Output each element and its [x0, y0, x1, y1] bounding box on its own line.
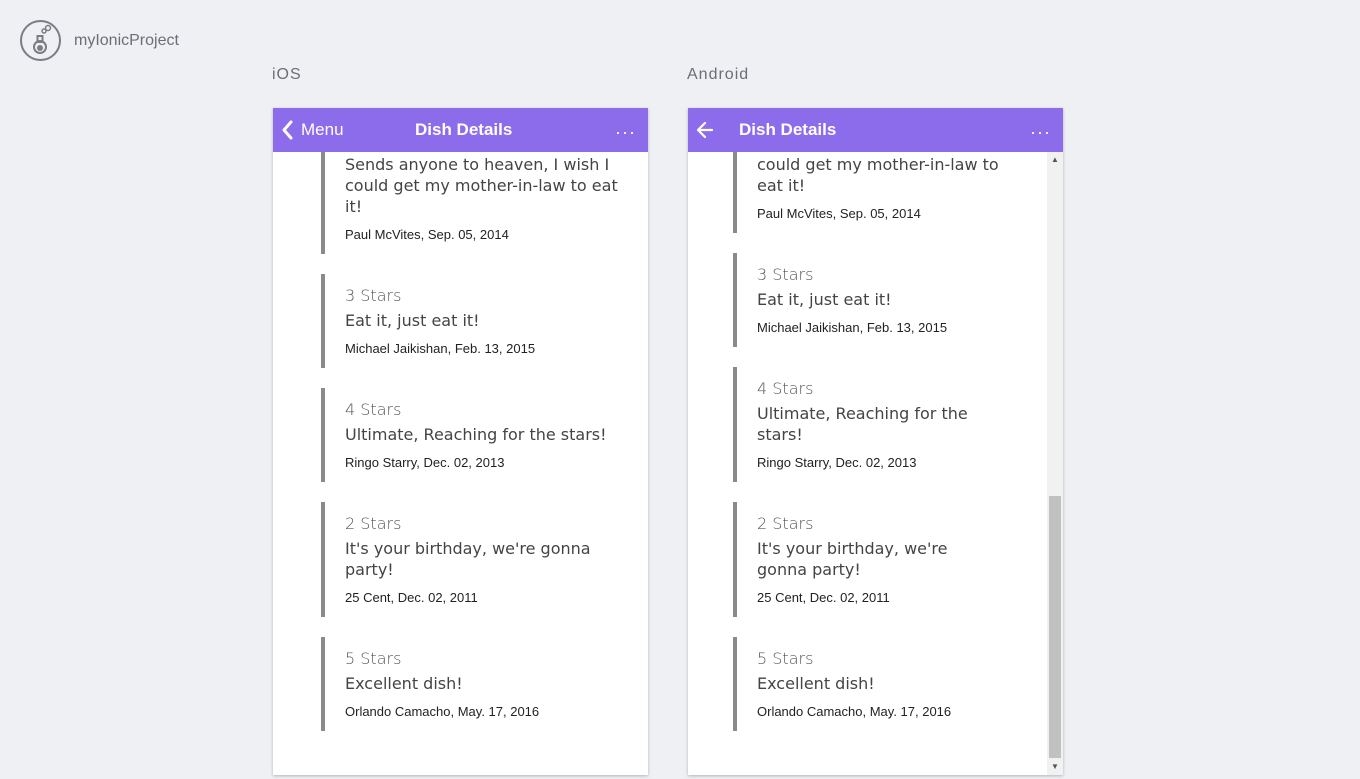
arrow-left-icon	[696, 121, 714, 139]
comment-stars: 3 Stars	[757, 265, 814, 284]
list-item: Sends anyone to heaven, I wish I could g…	[321, 152, 648, 254]
comment-author: Orlando Camacho, May. 17, 2016	[757, 704, 952, 719]
ios-content[interactable]: Sends anyone to heaven, I wish I could g…	[273, 152, 648, 775]
comment-stars: 4 Stars	[757, 379, 814, 398]
ios-back-label: Menu	[301, 120, 344, 139]
comment-stars: 4 Stars	[345, 400, 402, 419]
android-page-title: Dish Details	[739, 120, 837, 139]
list-item: 4 Stars Ultimate, Reaching for the stars…	[733, 367, 1047, 482]
comment-stars: 5 Stars	[345, 649, 402, 668]
list-item: 3 Stars Eat it, just eat it! Michael Jai…	[321, 274, 648, 368]
ellipsis-icon[interactable]: ···	[615, 108, 636, 152]
scrollbar[interactable]: ▲ ▼	[1047, 152, 1063, 775]
chevron-left-icon	[282, 120, 293, 140]
comment-text: Excellent dish!	[345, 674, 463, 693]
ellipsis-icon[interactable]: ···	[1030, 108, 1051, 152]
comment-author: Paul McVites, Sep. 05, 2014	[757, 206, 921, 221]
comment-text: Excellent dish!	[757, 674, 875, 693]
android-back-button[interactable]	[696, 108, 714, 152]
comment-text: It's your birthday, we're gonna party!	[345, 539, 591, 579]
comment-text: Eat it, just eat it!	[345, 311, 480, 330]
android-comment-list: could get my mother-in-law to eat it! Pa…	[733, 152, 1047, 751]
comment-author: Ringo Starry, Dec. 02, 2013	[345, 455, 505, 470]
android-device: Dish Details ··· could get my mother-in-…	[688, 108, 1063, 775]
ios-label: iOS	[272, 66, 302, 83]
scroll-thumb[interactable]	[1049, 496, 1061, 758]
ios-toolbar: Menu Dish Details ···	[273, 108, 648, 152]
list-item: 2 Stars It's your birthday, we're gonna …	[321, 502, 648, 617]
app-title: myIonicProject	[74, 31, 179, 49]
comment-stars: 3 Stars	[345, 286, 402, 305]
comment-author: Michael Jaikishan, Feb. 13, 2015	[345, 341, 536, 356]
ios-comment-list: Sends anyone to heaven, I wish I could g…	[321, 152, 648, 751]
ios-device: Menu Dish Details ··· Sends anyone to he…	[273, 108, 648, 775]
list-item: 3 Stars Eat it, just eat it! Michael Jai…	[733, 253, 1047, 347]
comment-author: 25 Cent, Dec. 02, 2011	[757, 590, 890, 605]
comment-stars: 2 Stars	[345, 514, 402, 533]
comment-author: Michael Jaikishan, Feb. 13, 2015	[757, 320, 948, 335]
comment-author: Paul McVites, Sep. 05, 2014	[345, 227, 509, 242]
comment-text: could get my mother-in-law to eat it!	[757, 155, 999, 195]
comment-stars: 2 Stars	[757, 514, 814, 533]
list-item: 4 Stars Ultimate, Reaching for the stars…	[321, 388, 648, 482]
android-content[interactable]: could get my mother-in-law to eat it! Pa…	[688, 152, 1047, 775]
comment-text: Ultimate, Reaching for the stars!	[757, 404, 968, 444]
ios-page-title: Dish Details	[415, 120, 513, 139]
comment-text: Eat it, just eat it!	[757, 290, 892, 309]
comment-author: 25 Cent, Dec. 02, 2011	[345, 590, 478, 605]
comment-author: Ringo Starry, Dec. 02, 2013	[757, 455, 917, 470]
comment-author: Orlando Camacho, May. 17, 2016	[345, 704, 540, 719]
list-item: 2 Stars It's your birthday, we're gonna …	[733, 502, 1047, 617]
comment-stars: 5 Stars	[757, 649, 814, 668]
comment-text: Sends anyone to heaven, I wish I could g…	[345, 155, 618, 216]
comment-text: It's your birthday, we're gonna party!	[757, 539, 948, 579]
app-header: myIonicProject	[20, 20, 179, 61]
ios-back-button[interactable]: Menu	[281, 108, 344, 152]
list-item: could get my mother-in-law to eat it! Pa…	[733, 152, 1047, 233]
list-item: 5 Stars Excellent dish! Orlando Camacho,…	[733, 637, 1047, 731]
android-label: Android	[687, 66, 750, 83]
flask-icon[interactable]	[20, 20, 61, 61]
scroll-down-icon[interactable]: ▼	[1047, 759, 1063, 775]
comment-text: Ultimate, Reaching for the stars!	[345, 425, 607, 444]
list-item: 5 Stars Excellent dish! Orlando Camacho,…	[321, 637, 648, 731]
android-toolbar: Dish Details ···	[688, 108, 1063, 152]
scroll-up-icon[interactable]: ▲	[1047, 152, 1063, 168]
